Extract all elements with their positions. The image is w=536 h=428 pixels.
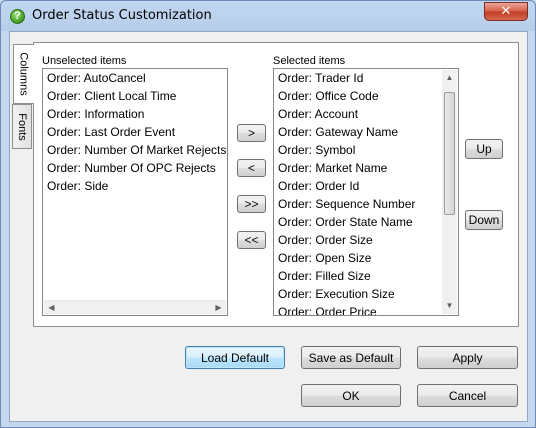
list-item[interactable]: Order: Execution Size — [277, 285, 441, 303]
cancel-button[interactable]: Cancel — [417, 384, 518, 407]
list-item[interactable]: Order: Client Local Time — [46, 87, 227, 105]
move-down-button[interactable]: Down — [465, 210, 503, 230]
load-default-button[interactable]: Load Default — [185, 346, 285, 369]
move-up-button[interactable]: Up — [465, 139, 503, 159]
remove-item-button[interactable]: < — [237, 159, 266, 177]
list-item[interactable]: Order: Information — [46, 105, 227, 123]
selected-items-label: Selected items — [273, 55, 346, 67]
ok-button[interactable]: OK — [301, 384, 401, 407]
columns-panel: Unselected items Order: AutoCancel Order… — [33, 42, 519, 327]
help-icon: ? — [10, 9, 25, 24]
window-title: Order Status Customization — [32, 8, 212, 23]
unselected-items-label: Unselected items — [42, 55, 127, 67]
scroll-down-icon[interactable]: ▼ — [442, 299, 457, 313]
list-item[interactable]: Order: AutoCancel — [46, 69, 227, 87]
add-all-button[interactable]: >> — [237, 195, 266, 213]
remove-all-button[interactable]: << — [237, 231, 266, 249]
unselected-items-list[interactable]: Order: AutoCancel Order: Client Local Ti… — [42, 68, 228, 316]
list-item[interactable]: Order: Open Size — [277, 249, 441, 267]
list-item[interactable]: Order: Market Name — [277, 159, 441, 177]
list-item[interactable]: Order: Sequence Number — [277, 195, 441, 213]
unselected-horizontal-scrollbar[interactable]: ◀ ▶ — [44, 300, 226, 314]
list-item[interactable]: Order: Side — [46, 177, 227, 195]
unselected-items: Order: AutoCancel Order: Client Local Ti… — [46, 69, 227, 195]
selected-items-list[interactable]: Order: Trader Id Order: Office Code Orde… — [273, 68, 459, 316]
list-item[interactable]: Order: Order Id — [277, 177, 441, 195]
list-item[interactable]: Order: Gateway Name — [277, 123, 441, 141]
list-item[interactable]: Order: Last Order Event — [46, 123, 227, 141]
tab-fonts[interactable]: Fonts — [12, 104, 32, 149]
scroll-left-icon[interactable]: ◀ — [44, 301, 59, 315]
add-item-button[interactable]: > — [237, 124, 266, 142]
tab-columns-label: Columns — [18, 52, 30, 96]
list-item[interactable]: Order: Number Of OPC Rejects — [46, 159, 227, 177]
list-item[interactable]: Order: Order Size — [277, 231, 441, 249]
list-item[interactable]: Order: Symbol — [277, 141, 441, 159]
list-item[interactable]: Order: Office Code — [277, 87, 441, 105]
scroll-thumb[interactable] — [444, 92, 455, 215]
dialog-window: ? Order Status Customization ✕ Columns F… — [0, 0, 536, 428]
list-item[interactable]: Order: Order Price — [277, 303, 441, 315]
list-item[interactable]: Order: Account — [277, 105, 441, 123]
list-item[interactable]: Order: Order State Name — [277, 213, 441, 231]
dialog-body: Columns Fonts Unselected items Order: Au… — [9, 31, 528, 422]
title-bar[interactable]: ? Order Status Customization ✕ — [1, 1, 535, 31]
save-as-default-button[interactable]: Save as Default — [301, 346, 401, 369]
apply-button[interactable]: Apply — [417, 346, 518, 369]
selected-vertical-scrollbar[interactable]: ▲ ▼ — [442, 70, 457, 314]
tab-fonts-label: Fonts — [16, 112, 29, 141]
scroll-right-icon[interactable]: ▶ — [211, 301, 226, 315]
list-item[interactable]: Order: Trader Id — [277, 69, 441, 87]
list-item[interactable]: Order: Number Of Market Rejects — [46, 141, 227, 159]
selected-items: Order: Trader Id Order: Office Code Orde… — [277, 69, 441, 315]
list-item[interactable]: Order: Filled Size — [277, 267, 441, 285]
close-button[interactable]: ✕ — [484, 2, 528, 21]
tab-columns[interactable]: Columns — [13, 44, 34, 104]
scroll-up-icon[interactable]: ▲ — [442, 71, 457, 85]
